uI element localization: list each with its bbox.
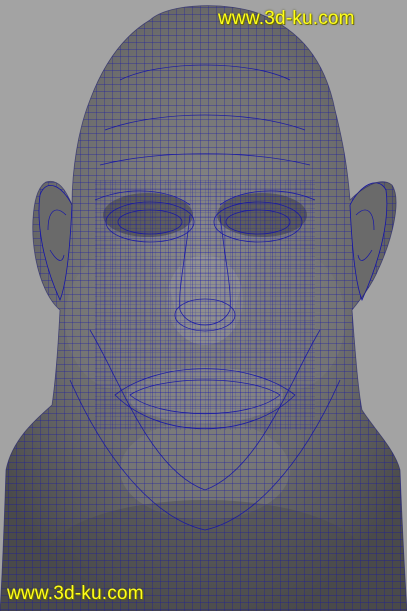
watermark-bottom: www.3d-ku.com (7, 583, 144, 604)
head-wireframe-model[interactable] (0, 0, 407, 611)
3d-viewport[interactable]: www.3d-ku.com www.3d-ku.com (0, 0, 407, 611)
watermark-top: www.3d-ku.com (218, 8, 355, 29)
